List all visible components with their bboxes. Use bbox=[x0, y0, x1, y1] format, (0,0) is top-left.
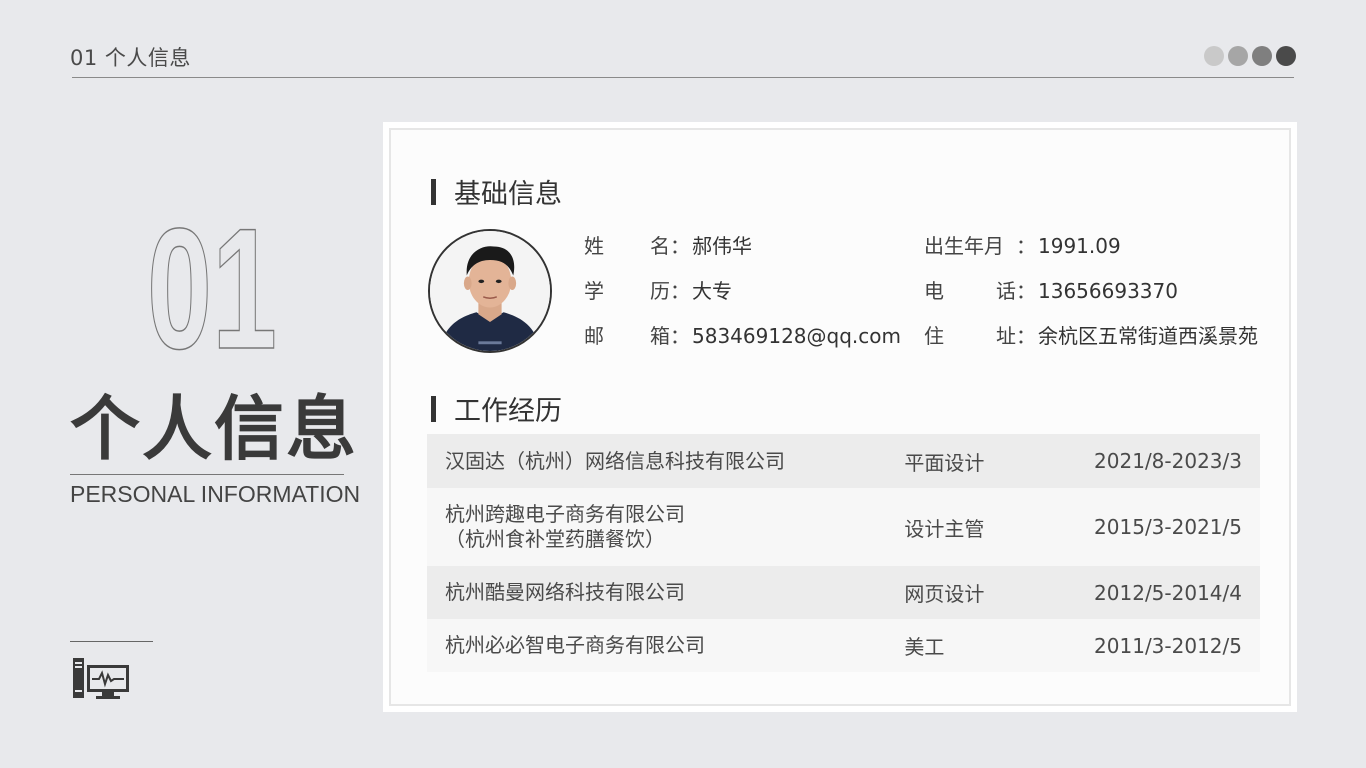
job-company: 杭州必必智电子商务有限公司 bbox=[445, 633, 904, 658]
job-company-line: （杭州食补堂药膳餐饮） bbox=[445, 527, 665, 551]
job-company-line: 杭州跨趣电子商务有限公司 bbox=[445, 502, 685, 526]
field-name: 姓名 ： 郝伟华 bbox=[584, 232, 752, 260]
label-char: 学 bbox=[584, 279, 604, 303]
work-history-heading: 工作经历 bbox=[431, 389, 562, 428]
page-title: 01 个人信息 bbox=[70, 46, 191, 70]
job-period: 2012/5-2014/4 bbox=[1094, 580, 1242, 605]
label-char: 箱 bbox=[650, 324, 670, 348]
job-company-line: 杭州酷曼网络科技有限公司 bbox=[445, 580, 685, 604]
label-colon: ： bbox=[670, 279, 690, 303]
field-birth-label: 出生年月 bbox=[924, 234, 1004, 258]
label-char: 址 bbox=[996, 324, 1016, 348]
job-role: 网页设计 bbox=[904, 582, 985, 606]
table-row: 杭州酷曼网络科技有限公司 网页设计 2012/5-2014/4 bbox=[427, 566, 1260, 619]
field-birth: 出生年月 ： 1991.09 bbox=[924, 232, 1121, 260]
title-divider bbox=[70, 474, 344, 475]
work-history-heading-text: 工作经历 bbox=[454, 396, 562, 427]
work-history-table: 汉固达（杭州）网络信息科技有限公司 平面设计 2021/8-2023/3 杭州跨趣电子… bbox=[427, 434, 1260, 672]
heading-bar bbox=[431, 395, 436, 422]
job-company: 杭州酷曼网络科技有限公司 bbox=[445, 580, 904, 605]
table-row: 汉固达（杭州）网络信息科技有限公司 平面设计 2021/8-2023/3 bbox=[427, 434, 1260, 488]
field-name-value: 郝伟华 bbox=[692, 234, 752, 258]
field-education-value: 大专 bbox=[692, 279, 732, 303]
indicator-dot-3 bbox=[1252, 46, 1272, 66]
job-role: 平面设计 bbox=[904, 450, 985, 475]
info-card-inner: 基础信息 姓 名 ： 郝伟华 学 历 ： 大专 邮 箱 ： 583469128@… bbox=[389, 128, 1291, 706]
field-phone-value: 13656693370 bbox=[1038, 279, 1178, 303]
section-subtitle: PERSONAL INFORMATION bbox=[70, 481, 361, 507]
job-company-line: 杭州必必智电子商务有限公司 bbox=[445, 633, 705, 657]
field-phone-label: 电话 bbox=[924, 277, 1016, 305]
label-char: 名 bbox=[650, 234, 670, 258]
label-colon: ： bbox=[1016, 324, 1036, 348]
small-divider bbox=[70, 641, 153, 642]
job-role: 设计主管 bbox=[904, 516, 985, 541]
job-period: 2021/8-2023/3 bbox=[1094, 449, 1242, 473]
label-char: 姓 bbox=[584, 234, 604, 258]
table-row: 杭州跨趣电子商务有限公司 （杭州食补堂药膳餐饮） 设计主管 2015/3-2021/5 bbox=[427, 488, 1260, 566]
section-number: 01 bbox=[137, 200, 287, 370]
job-company-line: 汉固达（杭州）网络信息科技有限公司 bbox=[445, 448, 785, 473]
label-char: 历 bbox=[650, 279, 670, 303]
indicator-dot-4 bbox=[1276, 46, 1296, 66]
field-name-label: 姓名 bbox=[584, 232, 670, 260]
monitor-icon bbox=[72, 656, 130, 700]
label-colon: ： bbox=[1016, 279, 1036, 303]
job-period: 2011/3-2012/5 bbox=[1094, 633, 1242, 658]
indicator-dot-1 bbox=[1204, 46, 1224, 66]
field-address-label: 住址 bbox=[924, 322, 1016, 350]
section-number-text: 01 bbox=[147, 200, 277, 370]
job-company: 汉固达（杭州）网络信息科技有限公司 bbox=[445, 449, 904, 474]
table-row: 杭州必必智电子商务有限公司 美工 2011/3-2012/5 bbox=[427, 619, 1260, 672]
field-education-label: 学历 bbox=[584, 277, 670, 305]
job-period: 2015/3-2021/5 bbox=[1094, 515, 1242, 539]
field-email: 邮箱 ： 583469128@qq.com bbox=[584, 322, 901, 350]
label-char: 住 bbox=[924, 324, 944, 348]
page-indicator-dots bbox=[1204, 46, 1296, 66]
avatar bbox=[428, 229, 552, 353]
basic-info-heading-text: 基础信息 bbox=[454, 179, 562, 210]
field-address: 住址 ： 余杭区五常街道西溪景苑 bbox=[924, 322, 1258, 350]
label-char: 电 bbox=[924, 279, 944, 303]
label-colon: ： bbox=[670, 324, 690, 348]
label-colon: ： bbox=[670, 234, 690, 258]
basic-info-heading: 基础信息 bbox=[431, 172, 562, 211]
field-address-value: 余杭区五常街道西溪景苑 bbox=[1038, 324, 1258, 348]
field-email-value: 583469128@qq.com bbox=[692, 324, 901, 348]
field-birth-value: 1991.09 bbox=[1038, 234, 1121, 258]
label-char: 邮 bbox=[584, 324, 604, 348]
job-role: 美工 bbox=[904, 635, 945, 659]
job-company: 杭州跨趣电子商务有限公司 （杭州食补堂药膳餐饮） bbox=[445, 502, 904, 552]
field-education: 学历 ： 大专 bbox=[584, 277, 732, 305]
label-char: 话 bbox=[996, 279, 1016, 303]
field-email-label: 邮箱 bbox=[584, 322, 670, 350]
info-card: 基础信息 姓 名 ： 郝伟华 学 历 ： 大专 邮 箱 ： 583469128@… bbox=[383, 122, 1297, 712]
section-title: 个人信息 bbox=[70, 388, 358, 470]
field-phone: 电话 ： 13656693370 bbox=[924, 277, 1178, 305]
heading-bar bbox=[431, 178, 436, 205]
indicator-dot-2 bbox=[1228, 46, 1248, 66]
label-colon: ： bbox=[1016, 234, 1036, 258]
header-divider bbox=[72, 77, 1294, 78]
